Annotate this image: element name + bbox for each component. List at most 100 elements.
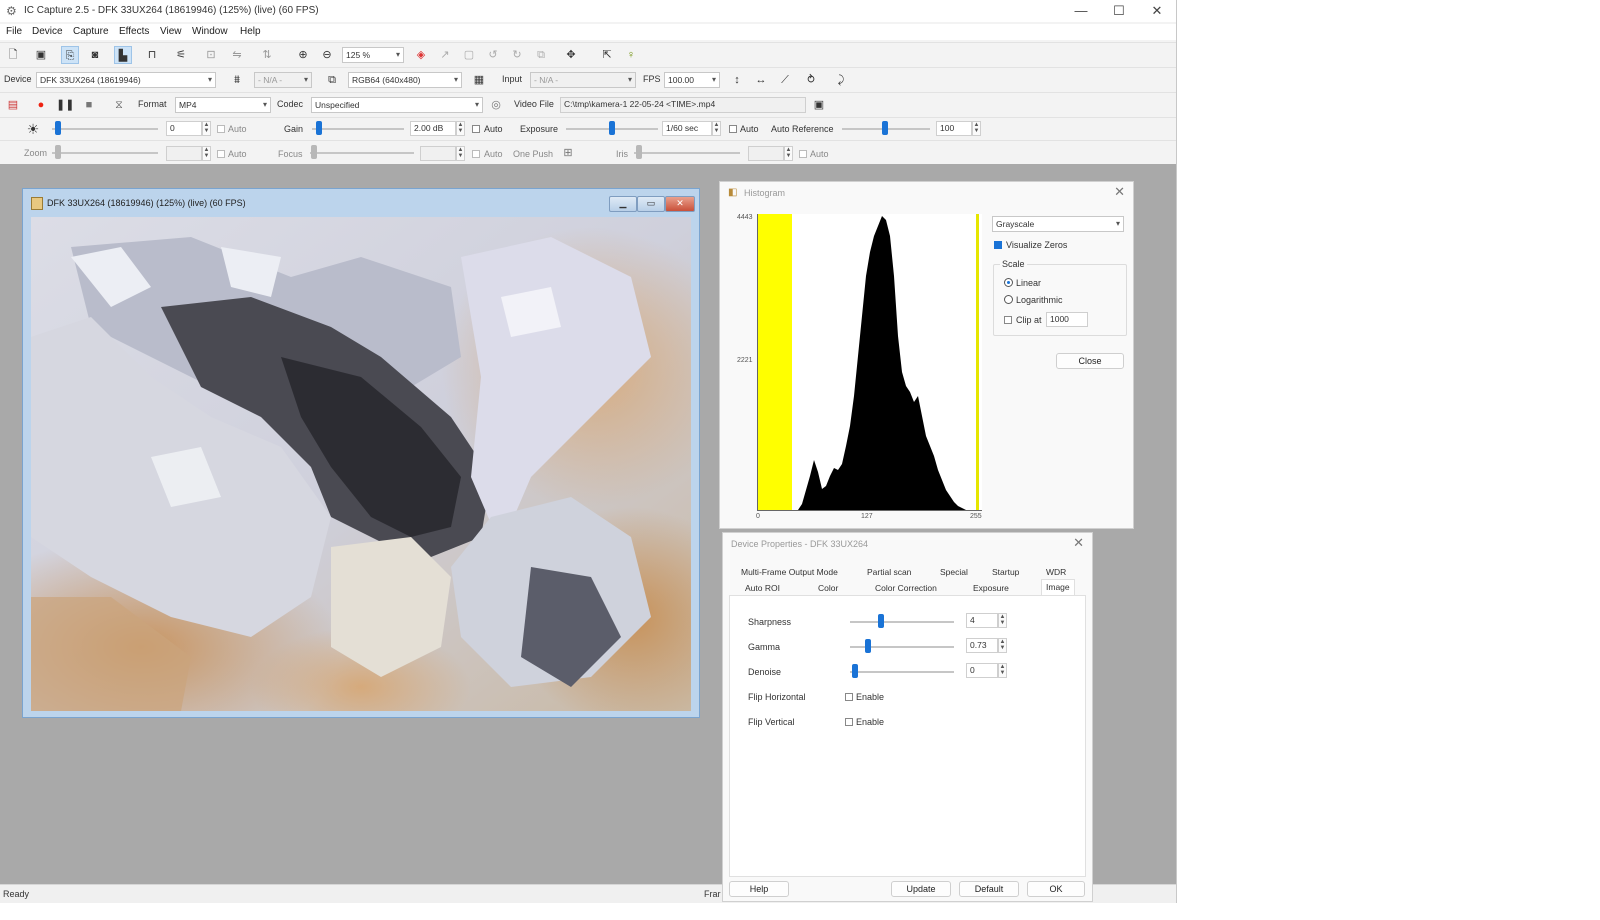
menu-effects[interactable]: Effects bbox=[119, 26, 149, 37]
video-norm-select[interactable]: - N/A - ▾ bbox=[254, 72, 312, 88]
iris-input[interactable] bbox=[748, 146, 784, 161]
menu-file[interactable]: File bbox=[6, 26, 22, 37]
zoom-out-icon[interactable]: ⊖ bbox=[318, 46, 336, 64]
exposure-spinner[interactable]: ▲ ▼ bbox=[712, 121, 721, 136]
video-norm-icon[interactable]: ⩩ bbox=[228, 71, 246, 89]
maximize-button[interactable]: ☐ bbox=[1100, 0, 1138, 22]
rotation-icon[interactable]: ⥁ bbox=[802, 71, 820, 89]
rotate-right-icon[interactable]: ↻ bbox=[508, 46, 526, 64]
device-select[interactable]: DFK 33UX264 (18619946) ▾ bbox=[36, 72, 216, 88]
new-file-icon[interactable]: 🗋 bbox=[4, 46, 22, 64]
auto-reference-input[interactable]: 100 bbox=[936, 121, 972, 136]
ok-button[interactable]: OK bbox=[1027, 881, 1085, 897]
gain-input[interactable]: 2.00 dB bbox=[410, 121, 456, 136]
histogram-close-icon[interactable]: ✕ bbox=[1114, 184, 1125, 200]
histogram-icon[interactable]: ◈ bbox=[412, 46, 430, 64]
grid-icon[interactable]: ▦ bbox=[470, 71, 488, 89]
iris-auto-checkbox[interactable] bbox=[799, 150, 807, 158]
default-button[interactable]: Default bbox=[959, 881, 1019, 897]
exposure-auto-checkbox[interactable] bbox=[729, 125, 737, 133]
zoom-in-icon[interactable]: ⊕ bbox=[294, 46, 312, 64]
focus-auto-checkbox[interactable] bbox=[472, 150, 480, 158]
gamma-input[interactable]: 0.73 bbox=[966, 638, 998, 653]
tab-auto-roi[interactable]: Auto ROI bbox=[745, 583, 780, 593]
zoom-input[interactable] bbox=[166, 146, 202, 161]
iris-spinner[interactable]: ▲ ▼ bbox=[784, 146, 793, 161]
zoom-auto-checkbox[interactable] bbox=[217, 150, 225, 158]
focus-input[interactable] bbox=[420, 146, 456, 161]
linear-radio[interactable] bbox=[1004, 278, 1013, 287]
exposure-input[interactable]: 1/60 sec bbox=[662, 121, 712, 136]
codec-select[interactable]: Unspecified ▾ bbox=[311, 97, 483, 113]
histogram-window[interactable]: ◧ Histogram ✕ 4443 2221 0 127 255 Graysc… bbox=[719, 181, 1134, 529]
denoise-spinner[interactable]: ▲ ▼ bbox=[998, 663, 1007, 678]
sequence-icon[interactable]: ⧖ bbox=[110, 96, 128, 114]
flip-horizontal-icon[interactable]: ↔ bbox=[752, 71, 770, 89]
draw-icon[interactable]: ⟋ bbox=[776, 71, 794, 89]
brightness-slider-thumb[interactable] bbox=[55, 121, 61, 135]
menu-capture[interactable]: Capture bbox=[73, 26, 109, 37]
tab-wdr[interactable]: WDR bbox=[1046, 567, 1066, 577]
tab-color-correction[interactable]: Color Correction bbox=[875, 583, 937, 593]
denoise-input[interactable]: 0 bbox=[966, 663, 998, 678]
focus-spinner[interactable]: ▲ ▼ bbox=[456, 146, 465, 161]
trigger-icon[interactable]: ⊓ bbox=[143, 46, 161, 64]
minimize-button[interactable]: — bbox=[1062, 0, 1100, 22]
pointer-help-icon[interactable]: ⇱ bbox=[598, 46, 616, 64]
device-properties-window[interactable]: Device Properties - DFK 33UX264 ✕ Multi-… bbox=[722, 532, 1093, 902]
zoom-slider-track[interactable] bbox=[52, 152, 158, 154]
brightness-auto-checkbox[interactable] bbox=[217, 125, 225, 133]
focus-slider-track[interactable] bbox=[310, 152, 414, 154]
pause-icon[interactable]: ❚❚ bbox=[56, 96, 74, 114]
rotate-left-icon[interactable]: ↺ bbox=[484, 46, 502, 64]
focus-slider-thumb[interactable] bbox=[311, 145, 317, 159]
rotate-icon[interactable]: ⇅ bbox=[258, 46, 276, 64]
live-minimize-button[interactable]: ▁ bbox=[609, 196, 637, 212]
menu-window[interactable]: Window bbox=[192, 26, 228, 37]
live-close-button[interactable]: ✕ bbox=[665, 196, 695, 212]
update-button[interactable]: Update bbox=[891, 881, 951, 897]
tab-image[interactable]: Image bbox=[1041, 579, 1075, 595]
flip-vertical-icon[interactable]: ↕ bbox=[728, 71, 746, 89]
gain-auto-checkbox[interactable] bbox=[472, 125, 480, 133]
denoise-slider-thumb[interactable] bbox=[852, 664, 858, 678]
tab-exposure[interactable]: Exposure bbox=[973, 583, 1009, 593]
gain-slider-track[interactable] bbox=[312, 128, 404, 130]
flip-vertical-checkbox[interactable] bbox=[845, 718, 853, 726]
visualize-zeros-checkbox[interactable] bbox=[994, 241, 1002, 249]
fps-select[interactable]: 100.00 ▾ bbox=[664, 72, 720, 88]
record-icon[interactable]: ● bbox=[32, 96, 50, 114]
histogram-close-button[interactable]: Close bbox=[1056, 353, 1124, 369]
browse-file-icon[interactable]: ▣ bbox=[810, 96, 828, 114]
iris-slider-thumb[interactable] bbox=[636, 145, 642, 159]
tab-special[interactable]: Special bbox=[940, 567, 968, 577]
clip-at-checkbox[interactable] bbox=[1004, 316, 1012, 324]
help-button[interactable]: Help bbox=[729, 881, 789, 897]
tab-partial-scan[interactable]: Partial scan bbox=[867, 567, 911, 577]
sharpness-input[interactable]: 4 bbox=[966, 613, 998, 628]
stop-icon[interactable]: ■ bbox=[80, 96, 98, 114]
flip-horizontal-checkbox[interactable] bbox=[845, 693, 853, 701]
gamma-spinner[interactable]: ▲ ▼ bbox=[998, 638, 1007, 653]
menu-device[interactable]: Device bbox=[32, 26, 63, 37]
auto-reference-slider-thumb[interactable] bbox=[882, 121, 888, 135]
device-open-icon[interactable]: ⎘ bbox=[61, 46, 79, 64]
zoom-spinner[interactable]: ▲ ▼ bbox=[202, 146, 211, 161]
codec-properties-icon[interactable]: ◎ bbox=[487, 96, 505, 114]
brightness-slider-track[interactable] bbox=[52, 128, 158, 130]
capture-settings-icon[interactable]: ▤ bbox=[4, 96, 22, 114]
gain-spinner[interactable]: ▲ ▼ bbox=[456, 121, 465, 136]
brightness-spinner[interactable]: ▲ ▼ bbox=[202, 121, 211, 136]
strobe-icon[interactable]: ⤸ bbox=[832, 71, 850, 89]
clip-at-input[interactable]: 1000 bbox=[1046, 312, 1088, 327]
gamma-slider-thumb[interactable] bbox=[865, 639, 871, 653]
menu-view[interactable]: View bbox=[160, 26, 182, 37]
sharpness-spinner[interactable]: ▲ ▼ bbox=[998, 613, 1007, 628]
video-format-icon[interactable]: ⧉ bbox=[323, 71, 341, 89]
white-balance-icon[interactable]: ⚟ bbox=[172, 46, 190, 64]
logarithmic-radio[interactable] bbox=[1004, 295, 1013, 304]
auto-reference-spinner[interactable]: ▲ ▼ bbox=[972, 121, 981, 136]
flip-icon[interactable]: ⇋ bbox=[228, 46, 246, 64]
sharpness-slider-track[interactable] bbox=[850, 621, 954, 623]
menu-help[interactable]: Help bbox=[240, 26, 261, 37]
